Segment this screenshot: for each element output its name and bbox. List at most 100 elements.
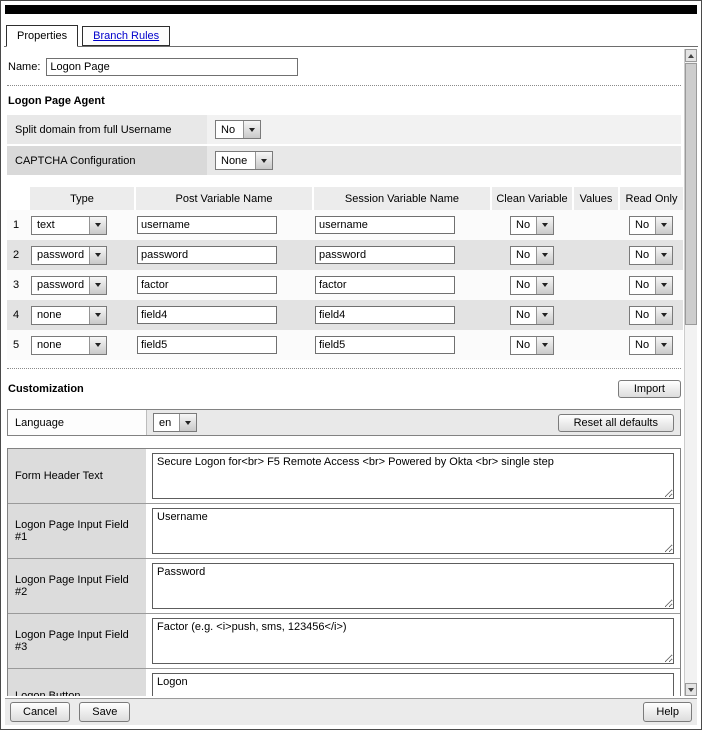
cancel-button[interactable]: Cancel: [10, 702, 70, 722]
agent-section-heading: Logon Page Agent: [8, 95, 681, 107]
session-variable-input[interactable]: [315, 216, 455, 234]
tab-properties[interactable]: Properties: [6, 25, 78, 47]
dotted-separator: [7, 368, 681, 369]
row-number: 1: [7, 210, 29, 240]
name-row: Name:: [8, 58, 681, 76]
variables-table: Type Post Variable Name Session Variable…: [7, 187, 683, 360]
type-select[interactable]: none: [31, 336, 107, 355]
table-row: 3 password No No: [7, 270, 683, 300]
session-variable-input[interactable]: [315, 336, 455, 354]
table-row: 2 password No No: [7, 240, 683, 270]
read-only-select[interactable]: No: [629, 216, 673, 235]
row-number: 4: [7, 300, 29, 330]
customization-table: Form Header Text Secure Logon for<br> F5…: [7, 448, 681, 696]
customization-header-row: Customization Import: [7, 380, 681, 398]
dropdown-arrow-icon: [89, 307, 106, 324]
clean-variable-select[interactable]: No: [510, 246, 554, 265]
name-input[interactable]: [46, 58, 298, 76]
clean-variable-select[interactable]: No: [510, 216, 554, 235]
logon-button-label: Logon Button: [8, 669, 146, 696]
values-cell: [573, 300, 619, 330]
post-variable-input[interactable]: [137, 216, 277, 234]
values-cell: [573, 330, 619, 360]
tab-branch-rules[interactable]: Branch Rules: [82, 26, 170, 46]
clean-variable-select[interactable]: No: [510, 276, 554, 295]
values-cell: [573, 270, 619, 300]
input-field-3-textarea[interactable]: Factor (e.g. <i>push, sms, 123456</i>): [152, 618, 674, 664]
dropdown-arrow-icon: [536, 337, 553, 354]
read-only-select[interactable]: No: [629, 276, 673, 295]
dropdown-arrow-icon: [255, 152, 272, 169]
session-variable-input[interactable]: [315, 306, 455, 324]
variables-table-header: Type Post Variable Name Session Variable…: [7, 187, 683, 210]
tab-branch-rules-label: Branch Rules: [93, 30, 159, 42]
input-field-1-row: Logon Page Input Field #1 Username: [8, 504, 680, 559]
input-field-2-textarea[interactable]: Password: [152, 563, 674, 609]
table-row: 4 none No No: [7, 300, 683, 330]
split-domain-row: Split domain from full Username No: [7, 115, 681, 144]
tab-properties-label: Properties: [17, 30, 67, 42]
help-button[interactable]: Help: [643, 702, 692, 722]
dropdown-arrow-icon: [243, 121, 260, 138]
table-row: 1 text No No: [7, 210, 683, 240]
dropdown-arrow-icon: [655, 337, 672, 354]
session-variable-input[interactable]: [315, 246, 455, 264]
row-number: 2: [7, 240, 29, 270]
dropdown-arrow-icon: [655, 277, 672, 294]
col-values: Values: [573, 187, 619, 210]
col-post-variable: Post Variable Name: [135, 187, 313, 210]
dropdown-arrow-icon: [536, 247, 553, 264]
input-field-1-textarea[interactable]: Username: [152, 508, 674, 554]
form-header-textarea[interactable]: Secure Logon for<br> F5 Remote Access <b…: [152, 453, 674, 499]
read-only-select[interactable]: No: [629, 336, 673, 355]
clean-variable-select[interactable]: No: [510, 306, 554, 325]
captcha-select[interactable]: None: [215, 151, 273, 170]
scrollbar[interactable]: [684, 49, 697, 696]
type-select[interactable]: password: [31, 246, 107, 265]
language-row: Language en Reset all defaults: [7, 409, 681, 436]
input-field-1-label: Logon Page Input Field #1: [8, 504, 146, 558]
scroll-up-button[interactable]: [685, 49, 697, 62]
type-select[interactable]: password: [31, 276, 107, 295]
post-variable-input[interactable]: [137, 306, 277, 324]
scrollbar-thumb[interactable]: [685, 63, 697, 325]
split-domain-label: Split domain from full Username: [7, 115, 207, 144]
read-only-select[interactable]: No: [629, 306, 673, 325]
type-select[interactable]: none: [31, 306, 107, 325]
logon-button-row: Logon Button Logon: [8, 669, 680, 696]
up-arrow-icon: [688, 54, 694, 58]
col-type: Type: [29, 187, 135, 210]
logon-button-textarea[interactable]: Logon: [152, 673, 674, 696]
session-variable-input[interactable]: [315, 276, 455, 294]
dropdown-arrow-icon: [179, 414, 196, 431]
split-domain-select[interactable]: No: [215, 120, 261, 139]
scroll-down-button[interactable]: [685, 683, 697, 696]
captcha-row: CAPTCHA Configuration None: [7, 146, 681, 175]
dropdown-arrow-icon: [89, 217, 106, 234]
captcha-value: None: [216, 155, 255, 167]
dropdown-arrow-icon: [536, 277, 553, 294]
table-row: 5 none No No: [7, 330, 683, 360]
name-label: Name:: [8, 61, 40, 73]
input-field-2-row: Logon Page Input Field #2 Password: [8, 559, 680, 614]
down-arrow-icon: [688, 688, 694, 692]
post-variable-input[interactable]: [137, 276, 277, 294]
dotted-separator: [7, 85, 681, 86]
properties-panel: Name: Logon Page Agent Split domain from…: [5, 49, 683, 696]
reset-all-defaults-button[interactable]: Reset all defaults: [558, 414, 674, 432]
type-select[interactable]: text: [31, 216, 107, 235]
post-variable-input[interactable]: [137, 246, 277, 264]
read-only-select[interactable]: No: [629, 246, 673, 265]
clean-variable-select[interactable]: No: [510, 336, 554, 355]
form-header-row: Form Header Text Secure Logon for<br> F5…: [8, 449, 680, 504]
tab-bar: Properties Branch Rules: [4, 14, 698, 47]
language-select[interactable]: en: [153, 413, 197, 432]
values-cell: [573, 210, 619, 240]
import-button[interactable]: Import: [618, 380, 681, 398]
post-variable-input[interactable]: [137, 336, 277, 354]
customization-section-heading: Customization: [8, 383, 84, 395]
language-label: Language: [8, 410, 146, 435]
col-session-variable: Session Variable Name: [313, 187, 491, 210]
save-button[interactable]: Save: [79, 702, 130, 722]
row-number: 5: [7, 330, 29, 360]
